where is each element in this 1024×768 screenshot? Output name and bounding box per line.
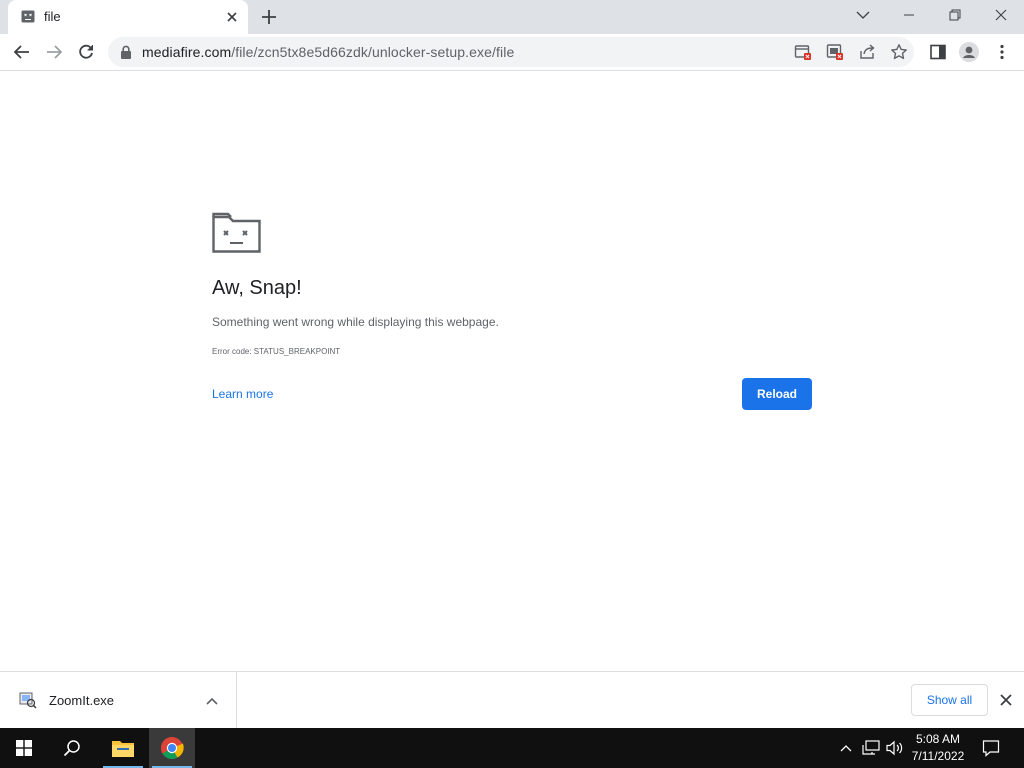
- profile-button[interactable]: [959, 42, 979, 62]
- start-button[interactable]: [0, 728, 48, 768]
- action-center-icon: [982, 740, 1000, 757]
- url-path: /file/zcn5tx8e5d66zdk/unlocker-setup.exe…: [231, 44, 515, 60]
- blocked-content-icon[interactable]: [826, 43, 844, 61]
- restore-button[interactable]: [932, 0, 978, 30]
- close-window-button[interactable]: [978, 0, 1024, 30]
- volume-tray-button[interactable]: [885, 738, 905, 758]
- minimize-icon: [904, 14, 914, 16]
- side-panel-button[interactable]: [928, 42, 948, 62]
- tab-title: file: [44, 9, 61, 24]
- back-button[interactable]: [12, 42, 32, 62]
- folder-icon: [112, 741, 134, 757]
- chrome-taskbar-button[interactable]: [149, 728, 195, 768]
- tab-active[interactable]: file: [8, 0, 248, 34]
- clock-time: 5:08 AM: [915, 732, 961, 746]
- error-code: Error code: STATUS_BREAKPOINT: [212, 347, 341, 356]
- browser-toolbar: mediafire.com/file/zcn5tx8e5d66zdk/unloc…: [0, 34, 1024, 71]
- blocked-popup-icon[interactable]: [794, 43, 812, 61]
- forward-arrow-icon: [47, 45, 63, 59]
- show-hidden-icons-button[interactable]: [836, 738, 856, 758]
- close-tab-icon[interactable]: [224, 9, 240, 25]
- windows-taskbar: 5:08 AM 7/11/2022: [0, 728, 1024, 768]
- show-all-button[interactable]: Show all: [911, 684, 988, 716]
- sad-tab-icon: [21, 10, 35, 23]
- taskbar-search-button[interactable]: [48, 728, 96, 768]
- menu-button[interactable]: [992, 42, 1012, 62]
- chevron-up-icon: [840, 745, 852, 752]
- close-shelf-icon[interactable]: [998, 692, 1014, 708]
- restore-icon: [949, 9, 961, 21]
- reload-page-button[interactable]: Reload: [742, 378, 812, 410]
- taskbar-clock[interactable]: 5:08 AM 7/11/2022: [906, 731, 970, 765]
- star-icon[interactable]: [890, 43, 908, 61]
- back-arrow-icon: [13, 45, 29, 59]
- chevron-down-icon: [856, 11, 870, 19]
- kebab-menu-icon: [1000, 44, 1004, 60]
- tab-strip: file: [0, 0, 1024, 34]
- avatar-icon: [959, 42, 979, 62]
- network-icon: [862, 740, 880, 755]
- url-text[interactable]: mediafire.com/file/zcn5tx8e5d66zdk/unloc…: [142, 44, 514, 60]
- download-filename: ZoomIt.exe: [49, 693, 115, 708]
- lock-icon[interactable]: [120, 45, 132, 59]
- new-tab-icon[interactable]: [260, 8, 278, 26]
- download-shelf: ZoomIt.exe Show all: [0, 671, 1024, 728]
- share-icon[interactable]: [858, 43, 876, 61]
- tab-search-button[interactable]: [840, 0, 886, 30]
- address-bar[interactable]: mediafire.com/file/zcn5tx8e5d66zdk/unloc…: [108, 37, 914, 67]
- chrome-icon: [161, 737, 184, 759]
- clock-date: 7/11/2022: [911, 749, 965, 763]
- error-title: Aw, Snap!: [212, 277, 302, 299]
- url-host: mediafire.com: [142, 44, 232, 60]
- search-icon: [63, 740, 80, 757]
- minimize-button[interactable]: [886, 0, 932, 30]
- reload-icon: [79, 44, 93, 59]
- network-tray-button[interactable]: [861, 738, 881, 758]
- notifications-button[interactable]: [981, 738, 1001, 758]
- exe-file-icon: [19, 692, 37, 709]
- error-message: Something went wrong while displaying th…: [212, 315, 499, 329]
- file-explorer-button[interactable]: [100, 728, 146, 768]
- chevron-up-icon[interactable]: [205, 694, 219, 708]
- sad-folder-icon: [212, 212, 261, 253]
- close-icon: [995, 9, 1007, 21]
- download-item[interactable]: ZoomIt.exe: [0, 672, 237, 728]
- windows-logo-icon: [16, 740, 32, 756]
- speaker-icon: [886, 740, 903, 756]
- side-panel-icon: [930, 44, 946, 60]
- reload-button[interactable]: [76, 42, 96, 62]
- learn-more-link[interactable]: Learn more: [212, 387, 273, 401]
- forward-button[interactable]: [44, 42, 64, 62]
